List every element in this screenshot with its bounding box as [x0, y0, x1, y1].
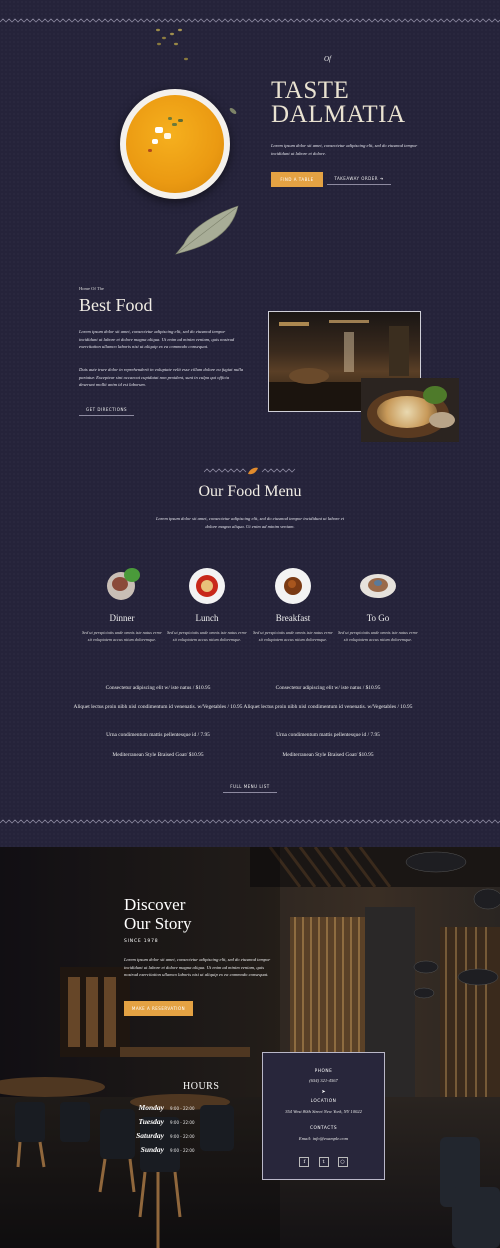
phone-number[interactable]: (654) 321-4567 — [263, 1078, 384, 1083]
category-name: Lunch — [195, 613, 219, 623]
make-reservation-button[interactable]: MAKE A RESERVATION — [124, 1001, 193, 1016]
phone-label: PHONE — [314, 1069, 333, 1074]
zigzag-divider-bottom — [0, 819, 500, 824]
food-plate-image — [361, 378, 459, 442]
seeds-decoration — [156, 28, 188, 61]
breakfast-icon — [275, 568, 311, 604]
takeaway-order-link[interactable]: TAKEAWAY ORDER ➔ — [327, 176, 391, 185]
hours-row: Tuesday 9:00 - 22:00 — [124, 1117, 195, 1126]
menu-item-left-3: Urna condimentum mattis pellentesque id … — [106, 732, 210, 738]
full-menu-list-link[interactable]: FULL MENU LIST — [223, 784, 277, 793]
menu-item-right-2: Aliquet lectus proin nibh nisl condiment… — [243, 704, 413, 710]
category-name: To Go — [366, 613, 390, 623]
hero-title-line1: TASTE — [271, 77, 350, 104]
hours-time: 9:00 - 22:00 — [170, 1148, 195, 1153]
location-address: 354 West 80th Street New York, NY 10022 — [285, 1109, 362, 1114]
hours-day: Sunday — [140, 1145, 164, 1154]
menu-item-left-1: Consectetur adipiscing elit w/ iste natu… — [105, 685, 211, 691]
hours-time: 9:00 - 22:00 — [170, 1106, 195, 1111]
zigzag-divider-top — [0, 18, 500, 23]
menu-divider-ornament — [204, 467, 296, 475]
contact-email[interactable]: Email: info@example.com — [263, 1136, 384, 1141]
soup-bowl-image — [120, 89, 230, 199]
contact-card: PHONE (654) 321-4567 ➤ LOCATION 354 West… — [262, 1052, 385, 1180]
story-title-line2: Our Story — [124, 914, 192, 933]
story-section: Discover Our Story SINCE 1978 Lorem ipsu… — [0, 847, 500, 1248]
upper-section: Of TASTE DALMATIA Lorem ipsum dolor sit … — [0, 0, 500, 847]
hours-row: Sunday 9:00 - 22:00 — [124, 1145, 195, 1154]
category-desc: Sed ut perspiciatis unde omnis iste natu… — [338, 630, 418, 643]
lunch-icon — [189, 568, 225, 604]
hero-title-line2: DALMATIA — [271, 101, 406, 128]
menu-item-left-2: Aliquet lectus proin nibh nisl condiment… — [73, 704, 243, 710]
leaf-decoration — [175, 205, 239, 255]
menu-item-right-1: Consectetur adipiscing elit w/ iste natu… — [275, 685, 381, 691]
about-eyebrow: Home Of The — [79, 286, 104, 291]
menu-item-left-4: Mediterranean Style Braised Goat/ $10.95 — [112, 752, 204, 758]
menu-category-lunch[interactable]: Lunch Sed ut perspiciatis unde omnis ist… — [157, 568, 257, 643]
hours-day: Tuesday — [138, 1117, 164, 1126]
location-pin-icon: ➤ — [321, 1089, 326, 1095]
menu-item-right-4: Mediterranean Style Braised Goat/ $10.95 — [282, 752, 374, 758]
category-desc: Sed ut perspiciatis unde omnis iste natu… — [167, 630, 247, 643]
social-links: f t ○ — [263, 1148, 384, 1167]
hours-time: 9:00 - 22:00 — [170, 1120, 195, 1125]
about-title: Best Food — [79, 295, 153, 315]
about-paragraph-1: Lorem ipsum dolor sit amet, consectetur … — [79, 329, 235, 350]
get-directions-link[interactable]: GET DIRECTIONS — [79, 407, 134, 416]
hero-text: Lorem ipsum dolor sit amet, consectetur … — [271, 143, 418, 156]
hours-list: Monday 9:00 - 22:00 Tuesday 9:00 - 22:00 S… — [124, 1103, 195, 1159]
twitter-icon[interactable]: t — [318, 1157, 329, 1167]
hours-day: Monday — [138, 1103, 164, 1112]
menu-title: Our Food Menu — [198, 483, 302, 500]
location-label: LOCATION — [310, 1099, 337, 1104]
to-go-icon — [360, 568, 396, 604]
menu-intro: Lorem ipsum dolor sit amet, consectetur … — [155, 516, 345, 529]
story-text: Lorem ipsum dolor sit amet, consectetur … — [124, 957, 271, 978]
dinner-icon — [104, 568, 140, 604]
contacts-label: CONTACTS — [309, 1126, 338, 1131]
hero-of-text: Of — [324, 55, 331, 63]
hours-time: 9:00 - 22:00 — [170, 1134, 195, 1139]
restaurant-background-image — [0, 847, 500, 1248]
facebook-icon[interactable]: f — [299, 1157, 310, 1167]
menu-item-right-3: Urna condimentum mattis pellentesque id … — [276, 732, 380, 738]
instagram-icon[interactable]: ○ — [337, 1157, 348, 1167]
hours-day: Saturday — [136, 1131, 164, 1140]
story-title-line1: Discover — [124, 895, 186, 914]
about-paragraph-2: Duis aute irure dolor in reprehenderit i… — [79, 367, 244, 388]
hours-title: HOURS — [183, 1081, 220, 1092]
hours-row: Monday 9:00 - 22:00 — [124, 1103, 195, 1112]
small-leaf-decoration — [229, 108, 237, 114]
find-table-button[interactable]: FIND A TABLE — [271, 172, 323, 187]
story-title: Discover Our Story — [124, 895, 192, 933]
hours-row: Saturday 9:00 - 22:00 — [124, 1131, 195, 1140]
menu-category-to-go[interactable]: To Go Sed ut perspiciatis unde omnis ist… — [328, 568, 428, 643]
hero-title: TASTE DALMATIA — [271, 77, 406, 128]
story-since: SINCE 1978 — [124, 939, 159, 944]
